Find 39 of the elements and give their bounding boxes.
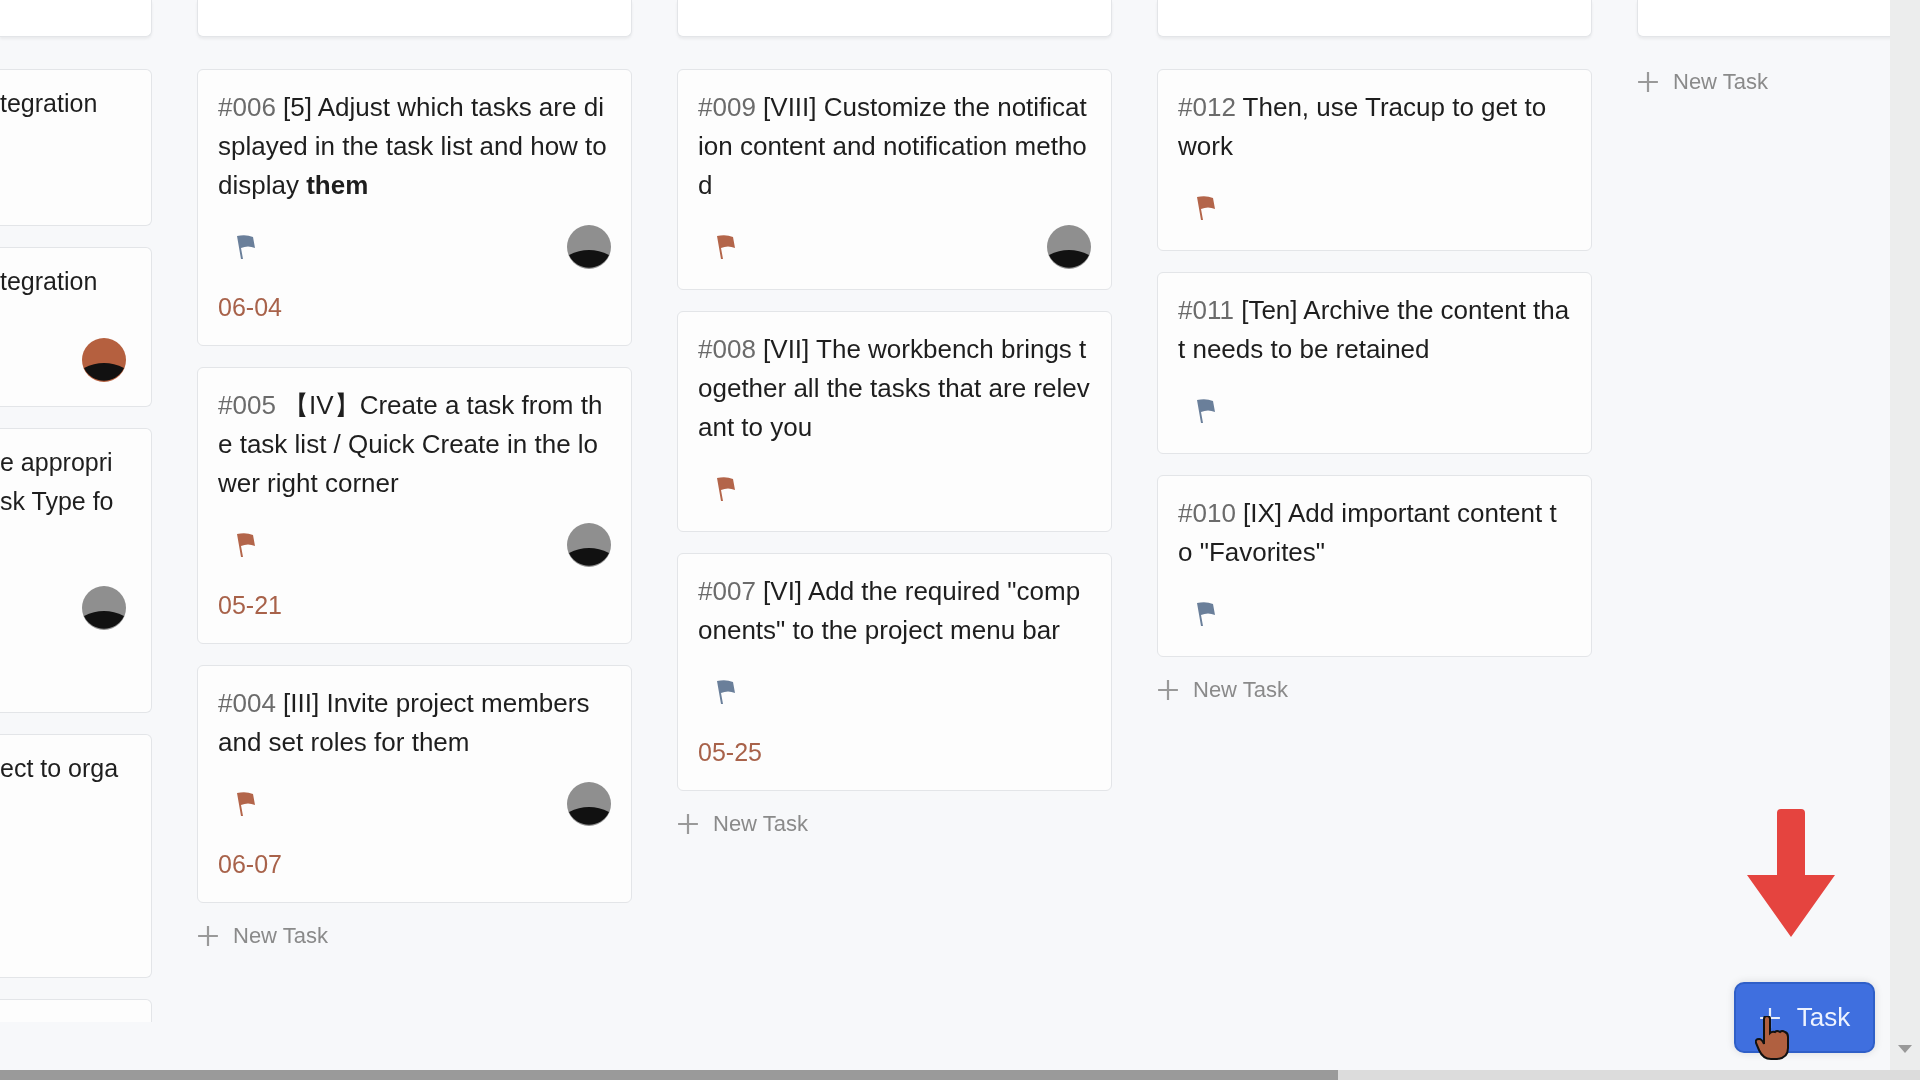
task-title: #006 [5] Adjust which tasks are displayed in the task list and how to display them — [218, 91, 608, 202]
scrollbar[interactable] — [1890, 0, 1920, 1070]
plus-icon — [1637, 71, 1659, 93]
task-card[interactable]: #007 [VI] Add the required "components" to the project menu bar 05-25 — [677, 553, 1112, 791]
scrollbar[interactable] — [0, 1070, 1920, 1080]
task-title: #011 [Ten] Archive the content that needs to be retained — [1178, 294, 1571, 366]
task-title: #010 [IX] Add important content to "Favorites" — [1178, 497, 1558, 569]
task-title: ect to orga — [0, 753, 120, 784]
task-card[interactable]: ect to orga — [0, 734, 152, 978]
plus-icon — [197, 925, 219, 947]
task-title: #008 [VII] The workbench brings together all the tasks that are relevant to you — [698, 333, 1091, 444]
hand-cursor-icon — [1755, 1016, 1789, 1060]
task-title: #009 [VIII] Customize the notification content and notification method — [698, 91, 1088, 202]
task-title: #004 [III] Invite project members and set roles for them — [218, 687, 591, 759]
task-card[interactable]: #011 [Ten] Archive the content that needs to be retained — [1157, 272, 1592, 454]
task-card[interactable]: tegration — [0, 247, 152, 407]
task-card[interactable]: #006 [5] Adjust which tasks are displayed in the task list and how to display them 06-04 — [197, 69, 632, 346]
arrow-icon — [1747, 809, 1835, 937]
task-title: #012 Then, use Tracup to get to work — [1178, 91, 1548, 163]
task-title: tegration — [0, 266, 99, 297]
task-card[interactable]: tegration — [0, 69, 152, 226]
due-date: 05-25 — [698, 737, 763, 768]
task-title: tegration — [0, 88, 99, 119]
task-title: e appropri sk Type fo — [0, 447, 115, 517]
task-card[interactable]: #009 [VIII] Customize the notification content and notification method — [677, 69, 1112, 290]
task-card[interactable]: e appropri sk Type fo — [0, 428, 152, 713]
scroll-down-icon[interactable] — [1898, 1045, 1912, 1053]
task-card[interactable]: #008 [VII] The workbench brings together all the tasks that are relevant to you — [677, 311, 1112, 532]
task-title: #005 【IV】Create a task from the task list / Quick Create in the lower right corner — [218, 389, 604, 500]
task-card[interactable]: #005 【IV】Create a task from the task list / Quick Create in the lower right corner 05-21 — [197, 367, 632, 644]
due-date: 06-07 — [218, 849, 283, 880]
due-date: 05-21 — [218, 590, 283, 621]
plus-icon — [677, 813, 699, 835]
task-title: #007 [VI] Add the required "components" to the project menu bar — [698, 575, 1082, 647]
plus-icon — [1157, 679, 1179, 701]
task-card[interactable]: #012 Then, use Tracup to get to work — [1157, 69, 1592, 251]
task-card[interactable]: #010 [IX] Add important content to "Favorites" — [1157, 475, 1592, 657]
task-card[interactable]: #004 [III] Invite project members and set roles for them 06-07 — [197, 665, 632, 903]
due-date: 06-04 — [218, 292, 283, 323]
